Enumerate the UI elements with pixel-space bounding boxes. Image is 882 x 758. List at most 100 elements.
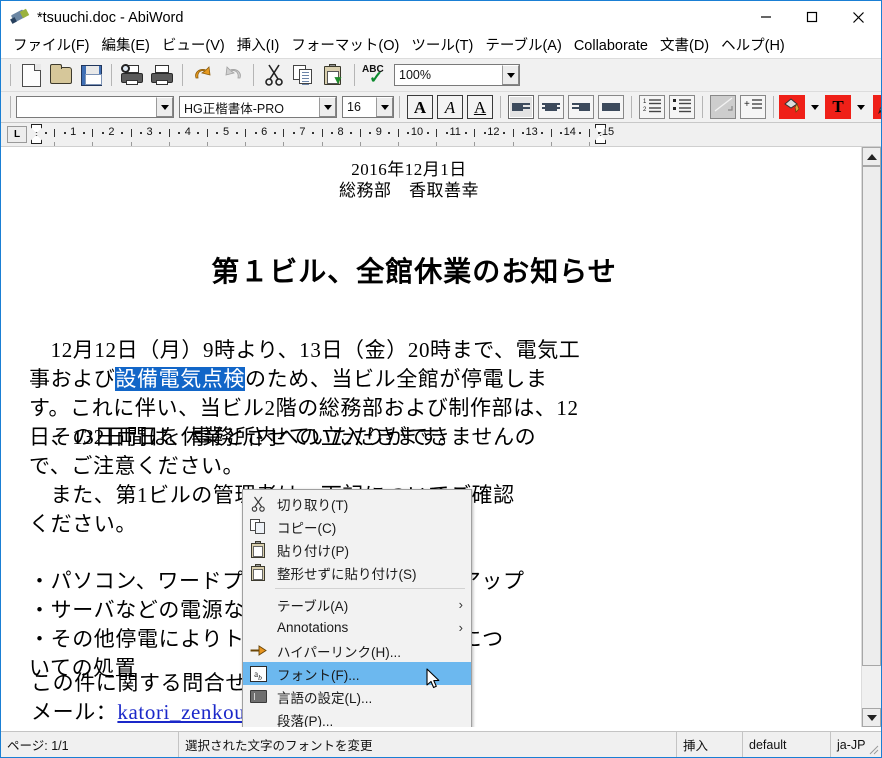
underline-icon: A: [473, 97, 487, 117]
align-center-button[interactable]: [538, 95, 564, 119]
minimize-button[interactable]: [743, 1, 789, 33]
format-painter-button[interactable]: [873, 95, 881, 119]
cut-button[interactable]: [260, 61, 288, 89]
print-preview-button[interactable]: [118, 61, 146, 89]
triangle-up-icon: [866, 153, 877, 160]
ruler-number: 12: [487, 126, 500, 138]
menu-edit[interactable]: 編集(E): [96, 35, 156, 57]
underline-button[interactable]: A: [467, 95, 493, 119]
ruler-tick: [92, 129, 94, 137]
highlight-color-button[interactable]: [779, 95, 805, 119]
align-left-button[interactable]: [508, 95, 534, 119]
redo-button[interactable]: [219, 61, 247, 89]
ctx-paragraph[interactable]: 段落(P)...: [243, 708, 471, 728]
menu-view[interactable]: ビュー(V): [156, 35, 231, 57]
zoom-value: 100%: [399, 68, 431, 82]
paste-button[interactable]: ▼: [320, 61, 348, 89]
indent-marker[interactable]: [30, 123, 43, 145]
document-page[interactable]: 2016年12月1日 総務部 香取善幸 第１ビル、全館休業のお知らせ 12月12…: [1, 147, 861, 727]
text-color-icon: T: [832, 97, 844, 116]
ctx-paste-unformatted[interactable]: 整形せずに貼り付け(S): [243, 561, 471, 584]
maximize-button[interactable]: [789, 1, 835, 33]
ruler-tick: [550, 129, 552, 137]
menu-collaborate[interactable]: Collaborate: [568, 35, 654, 57]
text-color-dropdown[interactable]: [851, 95, 871, 119]
numbered-list-icon: 12: [643, 97, 662, 118]
style-dropdown-arrow[interactable]: [156, 97, 173, 117]
bold-button[interactable]: A: [407, 95, 433, 119]
menu-tools[interactable]: ツール(T): [405, 35, 479, 57]
numbered-list-button[interactable]: 12: [639, 95, 665, 119]
copy-icon: [245, 516, 271, 537]
insert-table-button[interactable]: +: [740, 95, 766, 119]
print-button[interactable]: [148, 61, 176, 89]
menu-format[interactable]: フォーマット(O): [285, 35, 405, 57]
header-author: 総務部 香取善幸: [339, 181, 479, 200]
selected-text[interactable]: 設備電気点検: [115, 367, 246, 391]
highlight-color-dropdown[interactable]: [805, 95, 825, 119]
zoom-dropdown-arrow[interactable]: [502, 65, 519, 85]
ruler-number: 5: [222, 126, 230, 138]
bulleted-list-button[interactable]: [669, 95, 695, 119]
open-folder-icon: [50, 63, 72, 84]
italic-button[interactable]: A: [437, 95, 463, 119]
font-dropdown-arrow[interactable]: [319, 97, 336, 117]
ctx-copy[interactable]: コピー(C): [243, 515, 471, 538]
status-style[interactable]: default: [743, 732, 831, 757]
spellcheck-button[interactable]: ABC ✓: [361, 61, 389, 89]
open-button[interactable]: [47, 61, 75, 89]
svg-text:+: +: [744, 99, 750, 110]
close-button[interactable]: [835, 1, 881, 33]
insert-image-button[interactable]: [710, 95, 736, 119]
menu-bar: ファイル(F) 編集(E) ビュー(V) 挿入(I) フォーマット(O) ツール…: [1, 34, 881, 58]
toolbar-separator: [111, 64, 112, 86]
menu-document[interactable]: 文書(D): [654, 35, 715, 57]
font-name-combo[interactable]: HG正楷書体-PRO: [179, 96, 337, 118]
font-name-value: HG正楷書体-PRO: [184, 101, 285, 116]
font-size-dropdown-arrow[interactable]: [376, 97, 393, 117]
text-color-button[interactable]: T: [825, 95, 851, 119]
ruler-tick: [82, 132, 85, 134]
menu-file[interactable]: ファイル(F): [7, 35, 96, 57]
ruler-tick: [245, 129, 247, 137]
ruler-tick: [350, 132, 353, 134]
paragraph-style-combo[interactable]: [16, 96, 174, 118]
ctx-hyperlink[interactable]: ハイパーリンク(H)...: [243, 639, 471, 662]
right-indent-marker[interactable]: [594, 123, 607, 145]
scroll-down-button[interactable]: [862, 708, 881, 727]
undo-button[interactable]: [189, 61, 217, 89]
ctx-paste[interactable]: 貼り付け(P): [243, 538, 471, 561]
insert-image-icon: [714, 97, 733, 117]
scrollbar-thumb[interactable]: [862, 166, 881, 666]
align-right-button[interactable]: [568, 95, 594, 119]
chevron-right-icon: ›: [458, 597, 463, 612]
ctx-annotations[interactable]: Annotations ›: [243, 616, 471, 639]
ctx-paste-label: 貼り付け(P): [277, 543, 349, 559]
ruler-number: 3: [146, 126, 153, 138]
font-size-combo[interactable]: 16: [342, 96, 394, 118]
ruler-number: 4: [184, 126, 191, 138]
paragraph-2[interactable]: その2日間は、事務所内への立入りができませんの で、ご注意ください。: [29, 423, 821, 481]
menu-table[interactable]: テーブル(A): [479, 35, 567, 57]
scroll-up-button[interactable]: [862, 147, 881, 166]
status-insert-mode[interactable]: 挿入: [677, 732, 743, 757]
ctx-cut[interactable]: 切り取り(T): [243, 492, 471, 515]
toolbar-separator: [631, 96, 632, 118]
undo-icon: [191, 64, 215, 86]
ctx-table[interactable]: テーブル(A) ›: [243, 593, 471, 616]
menu-insert[interactable]: 挿入(I): [231, 35, 286, 57]
new-document-button[interactable]: [17, 61, 45, 89]
cut-icon: [264, 64, 284, 86]
bold-icon: A: [413, 97, 427, 117]
ctx-annotations-icon-slot: [245, 617, 271, 638]
zoom-combo[interactable]: 100%: [394, 64, 520, 86]
ruler-tick: [168, 129, 170, 137]
tab-stop-selector[interactable]: L: [7, 126, 27, 143]
ruler[interactable]: L 1 2 3 4 5 6 7 8 9 10 11 12 13 14 15: [1, 123, 881, 147]
save-button[interactable]: [77, 61, 105, 89]
align-justify-button[interactable]: [598, 95, 624, 119]
resize-grip[interactable]: [867, 743, 879, 755]
menu-help[interactable]: ヘルプ(H): [715, 35, 791, 57]
copy-button[interactable]: [290, 61, 318, 89]
vertical-scrollbar[interactable]: [861, 147, 881, 727]
